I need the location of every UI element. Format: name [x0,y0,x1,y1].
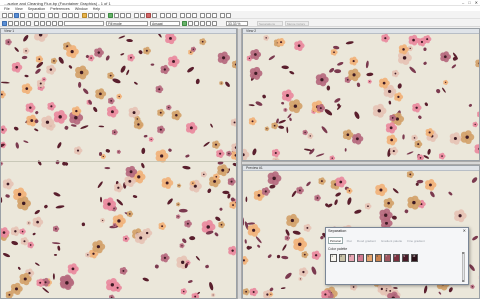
opacity-icon[interactable] [52,20,57,26]
tab-fine-gradient[interactable]: Fine gradient [406,238,426,243]
main-toolbar [0,11,480,19]
fit-window-icon[interactable] [74,12,79,18]
undo-icon[interactable] [48,12,53,18]
split-view-icon[interactable] [226,12,231,18]
pencil-icon[interactable] [88,12,93,18]
fill-mode-select[interactable]: Fill mode [106,20,148,26]
swatch-label: 9 [403,255,405,258]
palette-swatch[interactable]: 6 [375,254,382,262]
palette-swatch[interactable]: 10 [411,254,418,262]
guides-icon[interactable] [200,20,205,26]
color-palette-swatches: 1 2 3 4 5 6 7 8 9 10 [330,254,418,262]
palette-swatch[interactable]: 8 [393,254,400,262]
preview-icon[interactable] [220,12,225,18]
brush-icon[interactable] [82,12,87,18]
hand-tool-icon[interactable] [200,12,205,18]
separations-disabled-field: Separations [257,20,283,26]
swatch-label: 1 [331,255,333,258]
smooth-icon[interactable] [40,20,45,26]
paste-icon[interactable] [40,12,45,18]
zoom-in-icon[interactable] [62,12,67,18]
magic-wand-icon[interactable] [120,12,125,18]
pressure-icon[interactable] [46,20,51,26]
dialog-close-icon[interactable]: ✕ [463,228,466,233]
palette-icon[interactable] [152,12,157,18]
merge-colors-disabled-field: Merge Colors [285,20,309,26]
mirror-icon[interactable] [166,12,171,18]
swatch-label: 3 [349,255,351,258]
grid-icon[interactable] [134,12,139,18]
floral-pattern-canvas[interactable] [243,34,480,161]
tab-gradient-palette[interactable]: Gradient palette [380,238,403,243]
eraser-icon[interactable] [94,12,99,18]
palette-swatch[interactable]: 4 [357,254,364,262]
redo-icon[interactable] [54,12,59,18]
swatch-label: 2 [340,255,342,258]
crop-icon[interactable] [206,12,211,18]
mode-icon[interactable] [26,20,31,26]
rulers-icon[interactable] [194,20,199,26]
tab-flood-gradient[interactable]: Flood gradient [356,238,377,243]
eyedropper-icon[interactable] [126,12,131,18]
options-toolbar: Fill mode Ansaat 33.33 % Separations Mer… [0,19,480,27]
blend-icon[interactable] [58,20,63,26]
dialog-scrollbar[interactable] [462,252,465,282]
separation-icon[interactable] [146,12,151,18]
separation-mode-tabs: Pictorial Flat Flood gradient Gradient p… [328,237,426,244]
apply-icon[interactable] [182,20,187,26]
line-tool-icon[interactable] [192,12,197,18]
zoom-field[interactable]: 33.33 % [226,20,248,26]
palette-swatch[interactable]: 5 [366,254,373,262]
save-icon[interactable] [14,12,19,18]
swatch-label: 6 [376,255,378,258]
palette-swatch[interactable]: 2 [339,254,346,262]
rotate-icon[interactable] [172,12,177,18]
color-palette-label: Color palette [328,247,348,251]
top-right-view-pane[interactable]: View 2 [242,28,480,161]
open-folder-icon[interactable] [8,12,13,18]
text-tool-icon[interactable] [180,12,185,18]
new-file-icon[interactable] [2,12,7,18]
cut-icon[interactable] [28,12,33,18]
select-rect-icon[interactable] [108,12,113,18]
dialog-title: Separation [328,229,347,233]
left-view-pane[interactable]: View 1 [0,28,237,299]
pointer-icon[interactable] [2,20,7,26]
colorize-icon[interactable] [212,20,217,26]
swatch-label: 4 [358,255,360,258]
separation-dialog: Separation ✕ Pictorial Flat Flood gradie… [325,227,469,285]
palette-swatch[interactable]: 1 [330,254,337,262]
swatch-label: 8 [394,255,396,258]
tile-seam-line [0,161,237,162]
swatch-label: 10 [412,255,416,258]
swatch-label: 5 [367,255,369,258]
scroll-up-icon[interactable] [462,252,464,254]
floral-pattern-canvas[interactable] [1,34,237,299]
zoom-out-icon[interactable] [68,12,73,18]
print-icon[interactable] [20,12,25,18]
antialias-icon[interactable] [34,20,39,26]
swatch-label: 7 [385,255,387,258]
transform-icon[interactable] [212,12,217,18]
layers-icon[interactable] [140,12,145,18]
snap-icon[interactable] [188,20,193,26]
palette-swatch[interactable]: 3 [348,254,355,262]
brush-size-icon[interactable] [14,20,19,26]
palette-swatch[interactable]: 9 [402,254,409,262]
brush-preset-select[interactable] [64,20,104,26]
tile-icon[interactable] [206,20,211,26]
antialias-mode-select[interactable]: Ansaat [150,20,180,26]
tolerance-icon[interactable] [20,20,25,26]
scroll-down-icon[interactable] [462,280,464,282]
shape-tool-icon[interactable] [186,12,191,18]
move-icon[interactable] [8,20,13,26]
lasso-icon[interactable] [114,12,119,18]
tab-pictorial[interactable]: Pictorial [328,237,343,244]
fill-bucket-icon[interactable] [100,12,105,18]
copy-icon[interactable] [34,12,39,18]
palette-swatch[interactable]: 7 [384,254,391,262]
repeat-icon[interactable] [160,12,165,18]
tab-flat[interactable]: Flat [346,238,353,243]
